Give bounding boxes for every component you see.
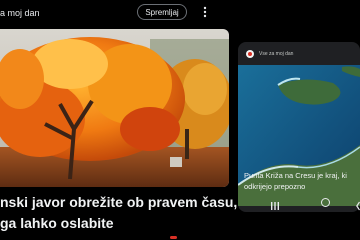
main-article-headline[interactable]: nski javor obrežite ob pravem času, ga l… bbox=[0, 192, 237, 234]
side-article-headline[interactable]: Punta Križa na Cresu je kraj, ki odkrije… bbox=[244, 170, 360, 192]
page-title: a moj dan bbox=[0, 8, 40, 18]
side-headline-line-2: odkrijejo prepozno bbox=[244, 182, 306, 191]
side-article-source: Vse za moj dan bbox=[246, 50, 293, 58]
main-headline-line-2: ga lahko oslabite bbox=[0, 215, 114, 231]
side-headline-line-1: Punta Križa na Cresu je kraj, ki bbox=[244, 171, 347, 180]
back-icon[interactable] bbox=[356, 198, 360, 211]
bottom-indicator bbox=[170, 236, 177, 239]
recents-icon[interactable] bbox=[270, 198, 280, 210]
main-article-image[interactable] bbox=[0, 29, 229, 187]
main-headline-line-1: nski javor obrežite ob pravem času, bbox=[0, 194, 238, 210]
home-icon[interactable] bbox=[321, 198, 330, 207]
source-logo-icon bbox=[246, 50, 254, 58]
follow-button[interactable]: Spremljaj bbox=[137, 4, 187, 20]
system-nav-bar bbox=[230, 196, 360, 211]
more-vert-icon[interactable] bbox=[202, 6, 208, 18]
source-name: Vse za moj dan bbox=[259, 51, 294, 57]
